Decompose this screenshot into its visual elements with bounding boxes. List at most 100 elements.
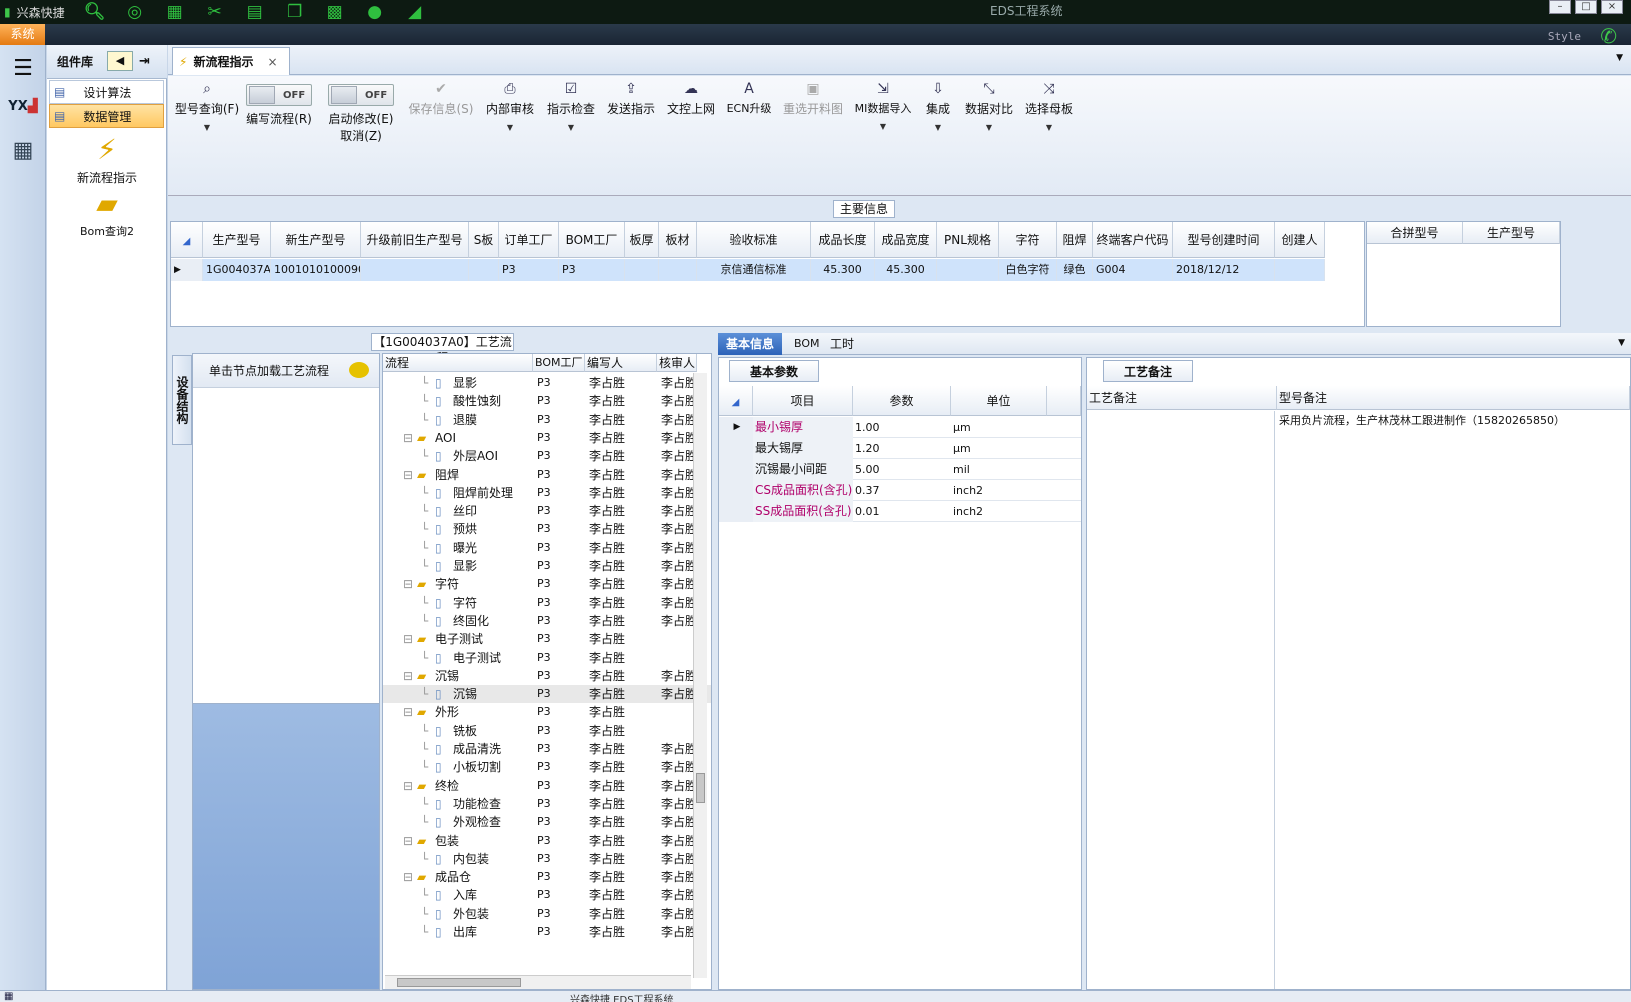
grid-cell[interactable]	[937, 259, 999, 281]
tree-row[interactable]: └ ▯ 铣板 P3 李占胜	[383, 722, 711, 740]
model-query-button[interactable]: ⌕ 型号查询(F) ▼	[172, 78, 242, 150]
tree-header-bom-factory[interactable]: BOM工厂	[533, 354, 585, 372]
grid-header-cell[interactable]: 验收标准	[697, 222, 811, 258]
data-compare-button[interactable]: ⤡ 数据对比 ▼	[962, 78, 1016, 150]
scroll-thumb[interactable]	[696, 773, 705, 803]
grid-cell[interactable]	[361, 259, 469, 281]
grid-cell[interactable]: G004	[1093, 259, 1173, 281]
grid-cell[interactable]: 2018/12/12	[1173, 259, 1275, 281]
grid-cell[interactable]: 白色字符	[999, 259, 1057, 281]
collapse-left-button[interactable]: ◀	[107, 51, 133, 71]
load-process-hint[interactable]: 单击节点加载工艺流程	[193, 354, 379, 388]
param-value-cell[interactable]: 1.20	[853, 438, 951, 459]
param-unit-cell[interactable]: inch2	[951, 501, 1047, 522]
cancel-label[interactable]: 取消(Z)	[340, 127, 382, 144]
tree-node-label[interactable]: 成品清洗	[453, 740, 501, 758]
param-item-cell[interactable]: SS成品面积(含孔)	[753, 501, 853, 522]
save-info-button[interactable]: ✔ 保存信息(S)	[406, 78, 476, 150]
style-selector[interactable]: Style	[1548, 30, 1581, 43]
params-header-unit[interactable]: 单位	[951, 386, 1047, 416]
bom-query-item[interactable]: ▰ Bom查询2	[67, 187, 147, 239]
grid-header-cell[interactable]: 成品长度	[811, 222, 875, 258]
tab-labor-time[interactable]: 工时	[822, 333, 862, 355]
grid-cell[interactable]: 绿色	[1057, 259, 1093, 281]
system-menu-tab[interactable]: 系统	[0, 24, 45, 45]
reselect-drawing-button[interactable]: ▣ 重选开料图	[780, 78, 846, 150]
tree-row[interactable]: └ ▯ 成品清洗 P3 李占胜 李占胜	[383, 740, 711, 758]
tree-node-label[interactable]: 阻焊	[435, 466, 459, 484]
start-icon[interactable]: ▦	[4, 991, 13, 1002]
globe-icon[interactable]: ◎	[122, 2, 148, 22]
close-icon[interactable]: ×	[1601, 0, 1623, 14]
tree-row[interactable]: └ ▯ 出库 P3 李占胜 李占胜	[383, 923, 711, 941]
search-icon[interactable]: 🔍︎	[82, 2, 108, 22]
tree-row[interactable]: ⊟ ▰ 外形 P3 李占胜	[383, 703, 711, 721]
param-row[interactable]: 沉锡最小间距 5.00 mil	[719, 459, 1081, 480]
tree-node-label[interactable]: 显影	[453, 557, 477, 575]
tree-row[interactable]: └ ▯ 沉锡 P3 李占胜 李占胜	[383, 685, 711, 704]
grid-cell[interactable]: 45.300	[875, 259, 937, 281]
tree-row[interactable]: ⊟▰ 沉锡 P3 李占胜 李占胜	[383, 667, 711, 685]
grid-header-cell[interactable]: 成品宽度	[875, 222, 937, 258]
library-item-design-algorithm[interactable]: ▤ 设计算法	[49, 80, 164, 104]
tree-row[interactable]: └ ▯ 电子测试 P3 李占胜	[383, 649, 711, 667]
tree-node-label[interactable]: 沉锡	[435, 667, 459, 685]
tree-vertical-scrollbar[interactable]	[693, 373, 707, 978]
tree-row[interactable]: └ ▯ 预烘 P3 李占胜 李占胜	[383, 520, 711, 538]
model-note-text[interactable]: 采用负片流程，生产林茂林工跟进制作（15820265850）	[1279, 414, 1609, 427]
tree-node-label[interactable]: AOI	[435, 429, 456, 447]
tree-header-writer[interactable]: 编写人	[585, 354, 657, 372]
param-row[interactable]: ▶ 最小锡厚 1.00 μm	[719, 417, 1081, 438]
close-tab-icon[interactable]: ×	[267, 55, 277, 69]
integrate-button[interactable]: ⇩ 集成 ▼	[920, 78, 956, 150]
tree-row[interactable]: └ ▯ 退膜 P3 李占胜 李占胜	[383, 411, 711, 429]
param-value-cell[interactable]: 5.00	[853, 459, 951, 480]
tree-node-label[interactable]: 功能检查	[453, 795, 501, 813]
start-modify-toggle[interactable]: OFF 启动修改(E) 取消(Z)	[326, 78, 396, 150]
vertical-tab-equipment-structure[interactable]: 设备结构	[172, 355, 192, 445]
param-value-cell[interactable]: 0.37	[853, 480, 951, 501]
tree-row[interactable]: └ ▯ 小板切割 P3 李占胜 李占胜	[383, 758, 711, 776]
tree-node-label[interactable]: 外层AOI	[453, 447, 498, 465]
grid-header-cell[interactable]: 新生产型号	[271, 222, 361, 258]
param-value-cell[interactable]: 0.01	[853, 501, 951, 522]
select-template-button[interactable]: ⤨ 选择母板 ▼	[1022, 78, 1076, 150]
tab-dropdown-icon[interactable]: ▼	[1616, 53, 1623, 63]
params-header-item[interactable]: 项目	[753, 386, 853, 416]
tree-row[interactable]: └ ▯ 阻焊前处理 P3 李占胜 李占胜	[383, 484, 711, 502]
process-note-input[interactable]	[1087, 411, 1275, 989]
tree-node-label[interactable]: 阻焊前处理	[453, 484, 513, 502]
write-flow-toggle[interactable]: OFF 编写流程(R)	[246, 78, 312, 150]
tree-node-label[interactable]: 外形	[435, 703, 459, 721]
tree-row[interactable]: └ ▯ 入库 P3 李占胜 李占胜	[383, 886, 711, 904]
tree-header-checker[interactable]: 核审人	[657, 354, 697, 372]
copy-icon[interactable]: ❐	[282, 2, 308, 22]
tree-row[interactable]: ⊟▰ AOI P3 李占胜 李占胜	[383, 429, 711, 447]
scissors-icon[interactable]: ✂	[202, 2, 228, 22]
grid-header-cell[interactable]: 阻焊	[1057, 222, 1093, 258]
tree-node-label[interactable]: 内包装	[453, 850, 489, 868]
apps-icon[interactable]: ▩	[322, 2, 348, 22]
grid-header-cell[interactable]: 升级前旧生产型号	[361, 222, 469, 258]
tabs-dropdown-icon[interactable]: ▼	[1618, 338, 1625, 348]
maximize-icon[interactable]: □	[1575, 0, 1597, 14]
tree-row[interactable]: ⊟ ▰ 电子测试 P3 李占胜	[383, 630, 711, 648]
grid-header-cell[interactable]: 终端客户代码	[1093, 222, 1173, 258]
tree-row[interactable]: └ ▯ 显影 P3 李占胜 李占胜	[383, 374, 711, 392]
tree-row[interactable]: └ ▯ 外观检查 P3 李占胜 李占胜	[383, 813, 711, 831]
tree-row[interactable]: └ ▯ 功能检查 P3 李占胜 李占胜	[383, 795, 711, 813]
ecn-upgrade-button[interactable]: A ECN升级	[724, 78, 774, 150]
grid-cell[interactable]	[659, 259, 697, 281]
tree-row[interactable]: ⊟▰ 包装 P3 李占胜 李占胜	[383, 832, 711, 850]
param-row[interactable]: SS成品面积(含孔) 0.01 inch2	[719, 501, 1081, 522]
hscroll-thumb[interactable]	[397, 978, 521, 987]
tree-node-label[interactable]: 曝光	[453, 539, 477, 557]
grid-cell[interactable]: 1G004037A0	[203, 259, 271, 281]
tree-node-label[interactable]: 铣板	[453, 722, 477, 740]
grid-cell[interactable]: 京信通信标准	[697, 259, 811, 281]
tree-node-label[interactable]: 小板切割	[453, 758, 501, 776]
tree-row[interactable]: ⊟▰ 成品仓 P3 李占胜 李占胜	[383, 868, 711, 886]
tree-node-label[interactable]: 终检	[435, 777, 459, 795]
calculator-icon[interactable]: ▦	[4, 133, 42, 167]
new-flow-instruction-item[interactable]: ⚡ 新流程指示	[67, 133, 147, 186]
